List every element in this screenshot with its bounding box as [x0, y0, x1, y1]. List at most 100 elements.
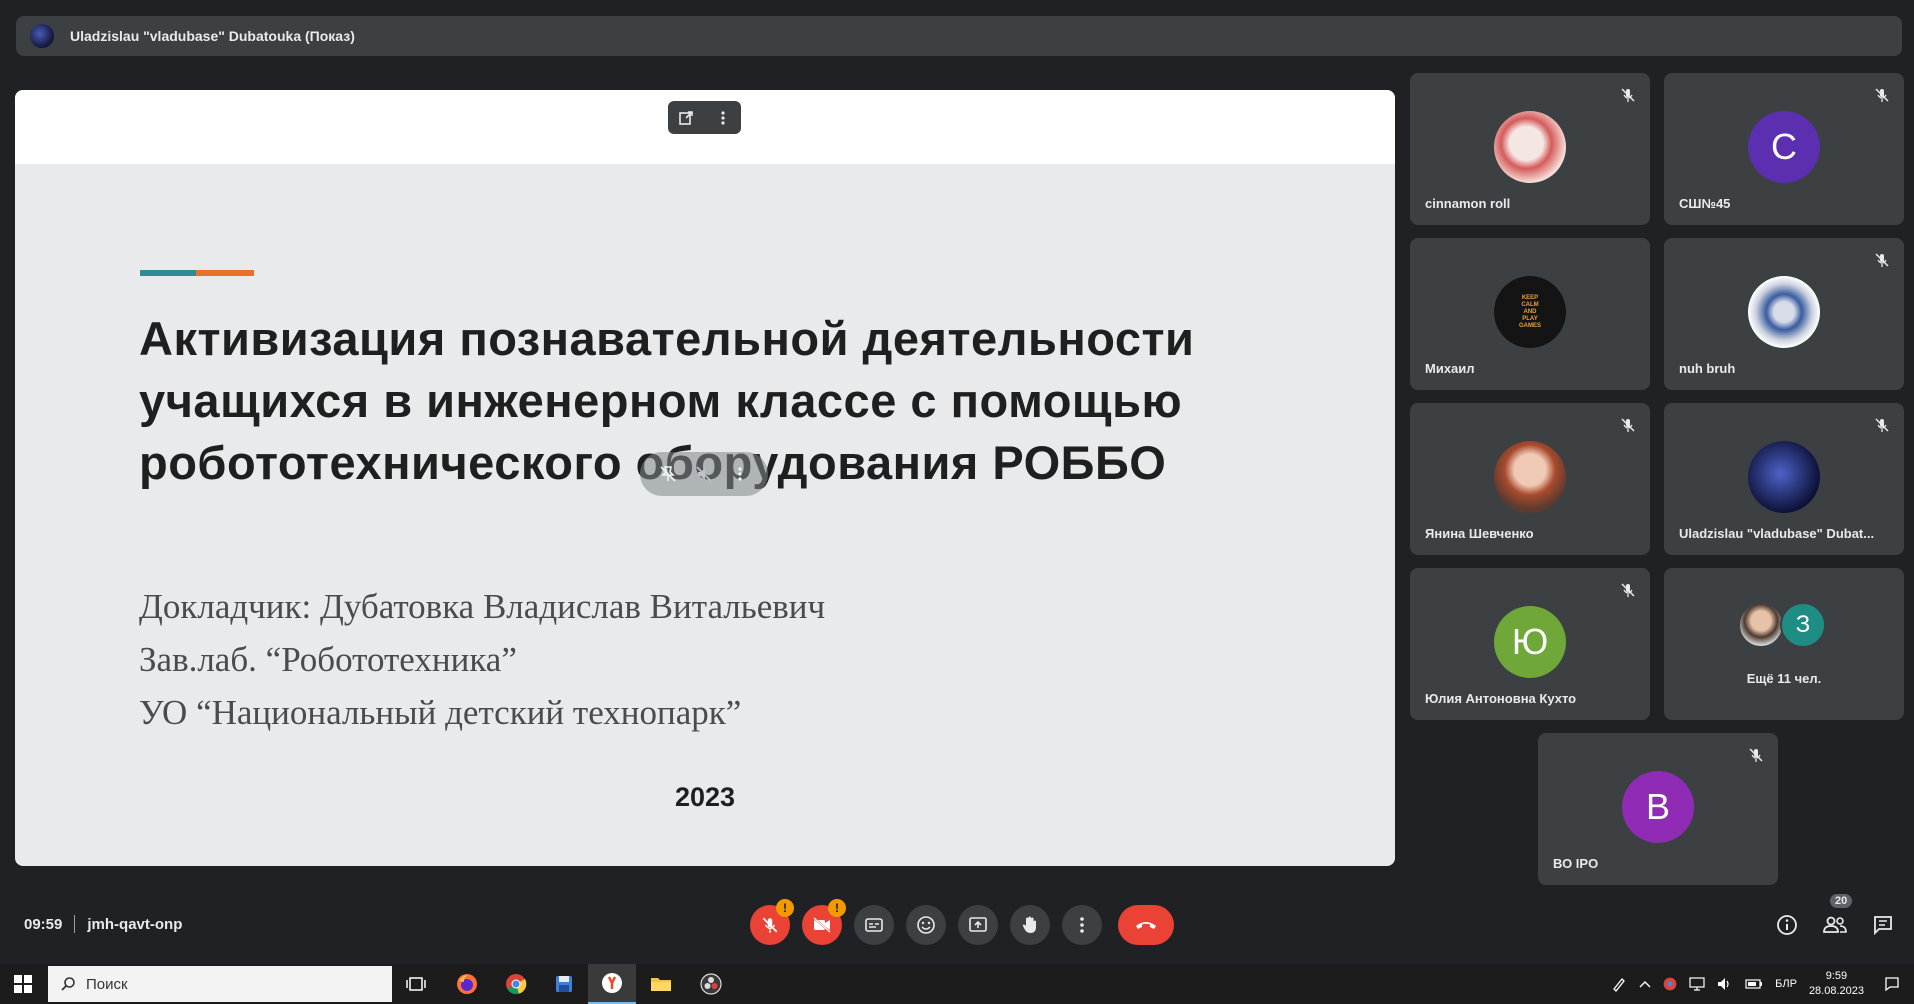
meeting-time: 09:59 — [24, 915, 63, 933]
taskbar-file-explorer[interactable] — [637, 964, 685, 1004]
captions-button[interactable] — [854, 905, 894, 945]
language-indicator: БЛР — [1775, 978, 1797, 990]
participant-tile[interactable]: KEEP CALM AND PLAY GAMES Михаил — [1410, 238, 1650, 390]
speaker-line: Зав.лаб. “Робототехника” — [139, 640, 517, 679]
participant-name: Юлия Антоновна Кухто — [1425, 691, 1577, 706]
notifications-button[interactable] — [1884, 976, 1900, 992]
volume-button[interactable] — [1717, 977, 1733, 991]
raise-hand-button[interactable] — [1010, 905, 1050, 945]
participant-tile[interactable]: В ВО IPO — [1538, 733, 1778, 885]
network-button[interactable] — [1689, 977, 1705, 991]
mic-off-icon — [1875, 253, 1889, 267]
taskbar-recording-app[interactable] — [687, 964, 735, 1004]
participant-name: Янина Шевченко — [1425, 526, 1534, 541]
avatar: Ю — [1494, 606, 1566, 678]
presentation-more-button[interactable] — [711, 106, 735, 130]
present-screen-button[interactable] — [958, 905, 998, 945]
system-clock[interactable]: 9:59 28.08.2023 — [1809, 969, 1864, 999]
windows-taskbar: Поиск БЛР 9:59 28.08.2023 — [0, 964, 1914, 1004]
avatar-text: AND — [1523, 308, 1537, 315]
presenter-bar: Uladzislau "vladubase" Dubatouka (Показ) — [16, 16, 1902, 56]
participant-tile[interactable]: cinnamon roll — [1410, 73, 1650, 225]
accent-teal — [140, 270, 196, 276]
avatar — [1494, 441, 1566, 513]
mic-off-icon — [1621, 418, 1635, 432]
closed-captions-icon — [865, 918, 883, 932]
avatar-text: PLAY — [1522, 315, 1538, 322]
tile-hover-controls — [640, 452, 768, 496]
avatar — [1748, 441, 1820, 513]
videocam-off-icon — [813, 917, 831, 933]
hand-icon — [1022, 916, 1036, 933]
slide-title-line: Активизация познавательной деятельности — [139, 312, 1195, 365]
avatar: С — [1748, 111, 1820, 183]
avatar: В — [1622, 771, 1694, 843]
chat-icon — [1874, 916, 1892, 936]
leave-call-button[interactable] — [1118, 905, 1174, 945]
pin-button[interactable] — [657, 463, 679, 485]
notification-icon — [1885, 977, 1899, 992]
participant-tile[interactable]: Ю Юлия Антоновна Кухто — [1410, 568, 1650, 720]
participant-tile[interactable]: Uladzislau "vladubase" Dubat... — [1664, 403, 1904, 555]
start-button[interactable] — [0, 964, 46, 1004]
warning-icon: ! — [776, 899, 794, 917]
pen-workspace-button[interactable] — [1611, 976, 1627, 992]
tray-app-icon[interactable] — [1663, 977, 1677, 991]
chrome-icon — [506, 974, 527, 995]
show-hidden-icons-button[interactable] — [1639, 980, 1651, 988]
participant-tile[interactable]: Янина Шевченко — [1410, 403, 1650, 555]
mute-tile-button[interactable] — [693, 463, 715, 485]
participant-tile[interactable]: nuh bruh — [1664, 238, 1904, 390]
speaker-info: Докладчик: Дубатовка Владислав Витальеви… — [139, 580, 1239, 739]
obs-icon — [700, 973, 722, 995]
windows-logo-icon — [14, 975, 32, 993]
taskbar-yandex-browser[interactable] — [588, 964, 636, 1004]
call-end-icon — [1136, 922, 1156, 929]
more-participants-tile[interactable]: З Ещё 11 чел. — [1664, 568, 1904, 720]
meeting-code: jmh-qavt-onp — [87, 915, 183, 933]
taskbar-search[interactable]: Поиск — [48, 966, 392, 1002]
call-controls: ! ! — [750, 899, 1186, 946]
participant-name: СШ№45 — [1679, 196, 1731, 211]
participant-tile[interactable]: С СШ№45 — [1664, 73, 1904, 225]
people-button[interactable]: 20 — [1820, 894, 1853, 940]
side-panel-buttons: 20 — [1772, 894, 1914, 940]
present-to-all-icon — [969, 917, 987, 932]
mic-off-icon — [1621, 583, 1635, 597]
open-in-new-window-button[interactable] — [674, 106, 698, 130]
taskbar-firefox[interactable] — [443, 964, 491, 1004]
tile-more-button[interactable] — [729, 463, 751, 485]
taskbar-chrome[interactable] — [492, 964, 540, 1004]
microphone-toggle-button[interactable]: ! — [750, 899, 794, 945]
clock-date: 28.08.2023 — [1808, 985, 1864, 997]
task-view-button[interactable] — [392, 964, 440, 1004]
clock-time: 9:59 — [1825, 970, 1848, 982]
info-icon — [1777, 915, 1797, 935]
open-external-icon — [679, 110, 694, 125]
divider — [74, 915, 76, 933]
avatar — [1738, 602, 1784, 648]
avatar-text: CALM — [1521, 301, 1539, 308]
mic-off-icon — [762, 917, 778, 933]
folder-icon — [651, 978, 671, 991]
pin-icon — [660, 466, 676, 482]
battery-button[interactable] — [1745, 979, 1763, 989]
shared-slide: Активизация познавательной деятельности … — [15, 90, 1395, 866]
battery-icon — [1745, 979, 1763, 989]
avatar — [1494, 111, 1566, 183]
avatar — [1748, 276, 1820, 348]
reactions-button[interactable] — [906, 905, 946, 945]
network-icon — [1689, 977, 1705, 991]
taskbar-save-app[interactable] — [540, 964, 588, 1004]
chat-button[interactable] — [1868, 910, 1898, 940]
more-vert-icon — [738, 467, 742, 481]
meeting-details-button[interactable] — [1772, 910, 1802, 940]
avatar-text: KEEP — [1521, 294, 1539, 301]
input-language-button[interactable]: БЛР — [1775, 978, 1797, 990]
more-options-button[interactable] — [1062, 905, 1102, 945]
people-icon — [1823, 916, 1847, 933]
pen-icon — [1613, 978, 1626, 992]
camera-toggle-button[interactable]: ! — [802, 899, 846, 945]
participant-name: cinnamon roll — [1425, 196, 1511, 211]
meeting-details: 09:59 jmh-qavt-onp — [24, 915, 182, 933]
